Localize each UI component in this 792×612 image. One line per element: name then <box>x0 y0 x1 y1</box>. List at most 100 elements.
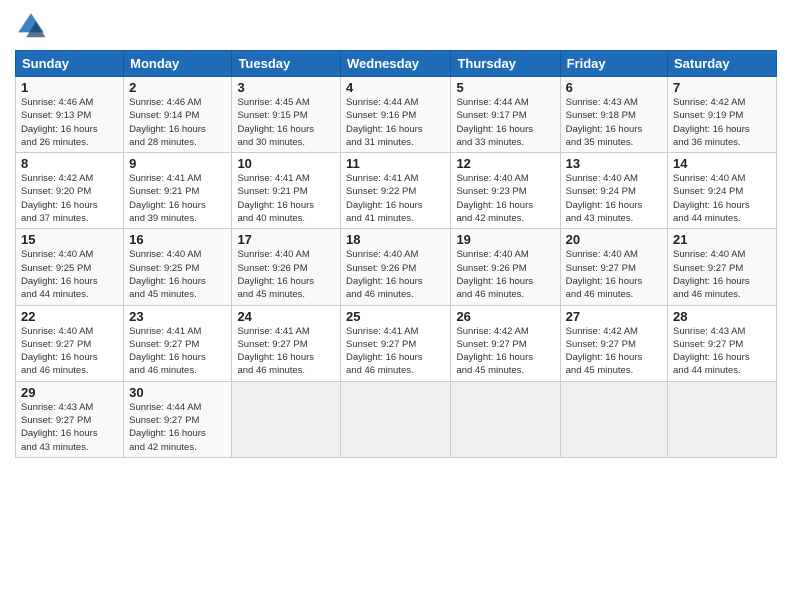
day-number: 11 <box>346 156 445 171</box>
calendar-cell: 21Sunrise: 4:40 AM Sunset: 9:27 PM Dayli… <box>668 229 777 305</box>
calendar-cell <box>668 381 777 457</box>
calendar-cell: 19Sunrise: 4:40 AM Sunset: 9:26 PM Dayli… <box>451 229 560 305</box>
day-number: 21 <box>673 232 771 247</box>
calendar-cell: 9Sunrise: 4:41 AM Sunset: 9:21 PM Daylig… <box>124 153 232 229</box>
day-number: 19 <box>456 232 554 247</box>
calendar-week-row: 1Sunrise: 4:46 AM Sunset: 9:13 PM Daylig… <box>16 77 777 153</box>
day-number: 28 <box>673 309 771 324</box>
day-number: 10 <box>237 156 335 171</box>
day-info: Sunrise: 4:41 AM Sunset: 9:21 PM Dayligh… <box>237 172 335 225</box>
page: SundayMondayTuesdayWednesdayThursdayFrid… <box>0 0 792 612</box>
calendar-cell <box>560 381 667 457</box>
calendar-week-row: 22Sunrise: 4:40 AM Sunset: 9:27 PM Dayli… <box>16 305 777 381</box>
calendar-cell: 2Sunrise: 4:46 AM Sunset: 9:14 PM Daylig… <box>124 77 232 153</box>
calendar-cell: 14Sunrise: 4:40 AM Sunset: 9:24 PM Dayli… <box>668 153 777 229</box>
day-number: 13 <box>566 156 662 171</box>
calendar-cell: 10Sunrise: 4:41 AM Sunset: 9:21 PM Dayli… <box>232 153 341 229</box>
day-info: Sunrise: 4:40 AM Sunset: 9:24 PM Dayligh… <box>673 172 771 225</box>
day-number: 27 <box>566 309 662 324</box>
day-info: Sunrise: 4:40 AM Sunset: 9:26 PM Dayligh… <box>346 248 445 301</box>
day-info: Sunrise: 4:43 AM Sunset: 9:27 PM Dayligh… <box>673 325 771 378</box>
calendar-cell: 18Sunrise: 4:40 AM Sunset: 9:26 PM Dayli… <box>341 229 451 305</box>
day-number: 30 <box>129 385 226 400</box>
day-info: Sunrise: 4:40 AM Sunset: 9:25 PM Dayligh… <box>21 248 118 301</box>
day-number: 7 <box>673 80 771 95</box>
calendar-cell: 13Sunrise: 4:40 AM Sunset: 9:24 PM Dayli… <box>560 153 667 229</box>
day-number: 23 <box>129 309 226 324</box>
day-info: Sunrise: 4:40 AM Sunset: 9:27 PM Dayligh… <box>673 248 771 301</box>
day-info: Sunrise: 4:41 AM Sunset: 9:27 PM Dayligh… <box>346 325 445 378</box>
calendar-week-row: 29Sunrise: 4:43 AM Sunset: 9:27 PM Dayli… <box>16 381 777 457</box>
day-info: Sunrise: 4:44 AM Sunset: 9:16 PM Dayligh… <box>346 96 445 149</box>
calendar-week-row: 15Sunrise: 4:40 AM Sunset: 9:25 PM Dayli… <box>16 229 777 305</box>
calendar-cell: 15Sunrise: 4:40 AM Sunset: 9:25 PM Dayli… <box>16 229 124 305</box>
calendar-week-row: 8Sunrise: 4:42 AM Sunset: 9:20 PM Daylig… <box>16 153 777 229</box>
calendar-cell <box>451 381 560 457</box>
calendar-cell <box>232 381 341 457</box>
day-info: Sunrise: 4:41 AM Sunset: 9:27 PM Dayligh… <box>129 325 226 378</box>
day-header-monday: Monday <box>124 51 232 77</box>
day-number: 29 <box>21 385 118 400</box>
calendar-header-row: SundayMondayTuesdayWednesdayThursdayFrid… <box>16 51 777 77</box>
day-header-thursday: Thursday <box>451 51 560 77</box>
calendar-cell: 1Sunrise: 4:46 AM Sunset: 9:13 PM Daylig… <box>16 77 124 153</box>
day-info: Sunrise: 4:41 AM Sunset: 9:27 PM Dayligh… <box>237 325 335 378</box>
day-number: 24 <box>237 309 335 324</box>
day-info: Sunrise: 4:46 AM Sunset: 9:13 PM Dayligh… <box>21 96 118 149</box>
day-info: Sunrise: 4:42 AM Sunset: 9:27 PM Dayligh… <box>566 325 662 378</box>
calendar-cell: 6Sunrise: 4:43 AM Sunset: 9:18 PM Daylig… <box>560 77 667 153</box>
day-number: 2 <box>129 80 226 95</box>
calendar-cell: 23Sunrise: 4:41 AM Sunset: 9:27 PM Dayli… <box>124 305 232 381</box>
header <box>15 10 777 42</box>
day-number: 17 <box>237 232 335 247</box>
day-info: Sunrise: 4:40 AM Sunset: 9:27 PM Dayligh… <box>21 325 118 378</box>
day-number: 4 <box>346 80 445 95</box>
day-number: 25 <box>346 309 445 324</box>
calendar-cell: 27Sunrise: 4:42 AM Sunset: 9:27 PM Dayli… <box>560 305 667 381</box>
day-number: 8 <box>21 156 118 171</box>
day-info: Sunrise: 4:40 AM Sunset: 9:26 PM Dayligh… <box>456 248 554 301</box>
day-info: Sunrise: 4:41 AM Sunset: 9:21 PM Dayligh… <box>129 172 226 225</box>
day-info: Sunrise: 4:40 AM Sunset: 9:25 PM Dayligh… <box>129 248 226 301</box>
day-number: 6 <box>566 80 662 95</box>
day-info: Sunrise: 4:41 AM Sunset: 9:22 PM Dayligh… <box>346 172 445 225</box>
calendar-cell: 5Sunrise: 4:44 AM Sunset: 9:17 PM Daylig… <box>451 77 560 153</box>
calendar-cell: 8Sunrise: 4:42 AM Sunset: 9:20 PM Daylig… <box>16 153 124 229</box>
calendar-cell: 28Sunrise: 4:43 AM Sunset: 9:27 PM Dayli… <box>668 305 777 381</box>
day-info: Sunrise: 4:45 AM Sunset: 9:15 PM Dayligh… <box>237 96 335 149</box>
day-header-friday: Friday <box>560 51 667 77</box>
calendar-cell: 3Sunrise: 4:45 AM Sunset: 9:15 PM Daylig… <box>232 77 341 153</box>
day-info: Sunrise: 4:42 AM Sunset: 9:27 PM Dayligh… <box>456 325 554 378</box>
calendar-cell: 25Sunrise: 4:41 AM Sunset: 9:27 PM Dayli… <box>341 305 451 381</box>
day-number: 12 <box>456 156 554 171</box>
day-info: Sunrise: 4:43 AM Sunset: 9:18 PM Dayligh… <box>566 96 662 149</box>
day-number: 9 <box>129 156 226 171</box>
day-number: 18 <box>346 232 445 247</box>
day-info: Sunrise: 4:40 AM Sunset: 9:24 PM Dayligh… <box>566 172 662 225</box>
calendar-cell: 20Sunrise: 4:40 AM Sunset: 9:27 PM Dayli… <box>560 229 667 305</box>
calendar-cell: 29Sunrise: 4:43 AM Sunset: 9:27 PM Dayli… <box>16 381 124 457</box>
day-info: Sunrise: 4:40 AM Sunset: 9:26 PM Dayligh… <box>237 248 335 301</box>
calendar-cell: 30Sunrise: 4:44 AM Sunset: 9:27 PM Dayli… <box>124 381 232 457</box>
day-header-sunday: Sunday <box>16 51 124 77</box>
logo <box>15 10 51 42</box>
calendar-cell: 24Sunrise: 4:41 AM Sunset: 9:27 PM Dayli… <box>232 305 341 381</box>
calendar-cell: 22Sunrise: 4:40 AM Sunset: 9:27 PM Dayli… <box>16 305 124 381</box>
day-info: Sunrise: 4:44 AM Sunset: 9:27 PM Dayligh… <box>129 401 226 454</box>
calendar-cell <box>341 381 451 457</box>
day-info: Sunrise: 4:42 AM Sunset: 9:19 PM Dayligh… <box>673 96 771 149</box>
calendar-cell: 11Sunrise: 4:41 AM Sunset: 9:22 PM Dayli… <box>341 153 451 229</box>
calendar-cell: 12Sunrise: 4:40 AM Sunset: 9:23 PM Dayli… <box>451 153 560 229</box>
calendar-table: SundayMondayTuesdayWednesdayThursdayFrid… <box>15 50 777 458</box>
day-info: Sunrise: 4:43 AM Sunset: 9:27 PM Dayligh… <box>21 401 118 454</box>
day-number: 15 <box>21 232 118 247</box>
day-number: 22 <box>21 309 118 324</box>
calendar-cell: 4Sunrise: 4:44 AM Sunset: 9:16 PM Daylig… <box>341 77 451 153</box>
calendar-cell: 16Sunrise: 4:40 AM Sunset: 9:25 PM Dayli… <box>124 229 232 305</box>
calendar-cell: 7Sunrise: 4:42 AM Sunset: 9:19 PM Daylig… <box>668 77 777 153</box>
day-header-tuesday: Tuesday <box>232 51 341 77</box>
day-number: 20 <box>566 232 662 247</box>
day-number: 26 <box>456 309 554 324</box>
day-number: 16 <box>129 232 226 247</box>
day-header-wednesday: Wednesday <box>341 51 451 77</box>
